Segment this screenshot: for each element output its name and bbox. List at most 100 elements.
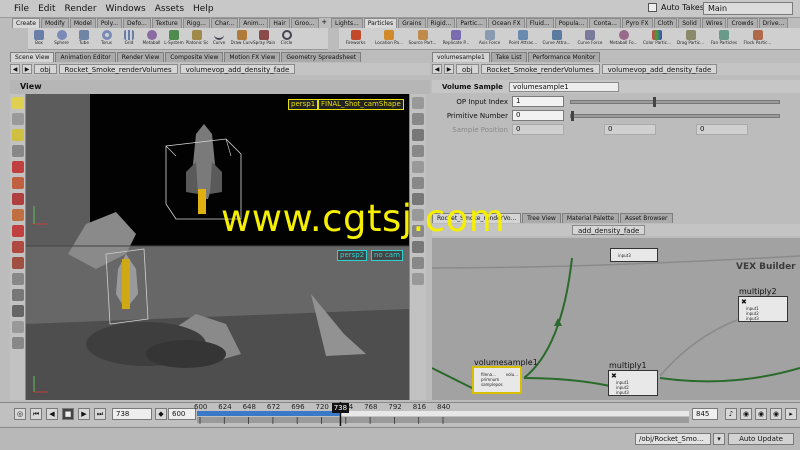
shelf-tab-particle-fluids[interactable]: Partic... (456, 18, 487, 28)
menu-help[interactable]: Help (193, 4, 214, 14)
shelf-tab-hair[interactable]: Hair (269, 18, 290, 28)
tool-platonic[interactable]: Platonic Sol... (186, 28, 208, 49)
auto-takes-checkbox[interactable] (648, 3, 657, 12)
tool-color-particles[interactable]: Color Partic... (641, 28, 674, 49)
keyframe-options-icon[interactable]: ◉ (740, 408, 752, 420)
node-output[interactable]: volu... (506, 372, 518, 377)
audio-icon[interactable]: ♪ (725, 408, 737, 420)
shelf-tab-animation[interactable]: Anim... (239, 18, 269, 28)
light-icon[interactable] (12, 321, 24, 333)
shelf-tab-character[interactable]: Char... (210, 18, 239, 28)
tool-fan-particles[interactable]: Fan Particles (708, 28, 741, 49)
move-tool-icon[interactable] (12, 113, 24, 125)
normals-icon[interactable] (412, 177, 424, 189)
realtime-toggle-icon[interactable]: ◎ (14, 408, 26, 420)
menu-render[interactable]: Render (65, 4, 97, 14)
tab-material-palette[interactable]: Material Palette (561, 213, 619, 223)
tool-flock-particles[interactable]: Flock Partic... (741, 28, 774, 49)
shelf-tab-populate[interactable]: Popula... (554, 18, 589, 28)
status-node-path[interactable]: /obj/Rocket_Smo... (635, 433, 711, 445)
shelf-tab-create[interactable]: Create (12, 18, 40, 28)
tool-lsystem[interactable]: L-System (163, 28, 185, 49)
menu-windows[interactable]: Windows (106, 4, 146, 14)
shelf-add-tab-icon[interactable]: + (320, 18, 329, 28)
tool-box[interactable]: Box (28, 28, 50, 49)
tool-metaball-force[interactable]: Metaball Fo... (607, 28, 640, 49)
shelf-tab-ocean-fx[interactable]: Ocean FX (487, 18, 525, 28)
tab-take-list[interactable]: Take List (490, 52, 527, 62)
menu-edit[interactable]: Edit (38, 4, 55, 14)
jump-start-icon[interactable]: ⏮ (30, 408, 42, 420)
key-icon[interactable]: ◆ (155, 408, 167, 420)
render-region-icon[interactable] (12, 241, 24, 253)
shelf-tab-rigging[interactable]: Rigg... (182, 18, 210, 28)
view-tool-icon[interactable] (12, 209, 24, 221)
node-name-field[interactable]: volumesample1 (508, 81, 619, 92)
upstream-node[interactable]: input3 (610, 248, 658, 262)
current-frame-field[interactable]: 738 (112, 408, 152, 420)
paint-icon[interactable] (12, 257, 24, 269)
tool-tube[interactable]: Tube (73, 28, 95, 49)
playback-options-icon[interactable]: ◉ (755, 408, 767, 420)
tab-render-view[interactable]: Render View (116, 52, 165, 62)
tool-grid[interactable]: Grid (118, 28, 140, 49)
layer-icon[interactable] (412, 273, 424, 285)
jump-end-icon[interactable]: ⏭ (94, 408, 106, 420)
tab-performance-monitor[interactable]: Performance Monitor (527, 52, 601, 62)
menu-assets[interactable]: Assets (155, 4, 184, 14)
snap-tool-icon[interactable] (12, 193, 24, 205)
desktop-select[interactable]: Main (703, 2, 793, 15)
tab-volumesample1[interactable]: volumesample1 (432, 52, 490, 62)
shelf-tab-modify[interactable]: Modify (40, 18, 69, 28)
forward-arrow-icon[interactable]: ▶ (22, 64, 32, 74)
slider-knob[interactable] (653, 96, 657, 107)
end-frame-field[interactable]: 845 (692, 408, 718, 420)
node-port[interactable]: input3 (739, 316, 787, 321)
shelf-tab-texture[interactable]: Texture (151, 18, 182, 28)
select-tool-icon[interactable] (12, 97, 24, 109)
slider-knob[interactable] (571, 110, 574, 121)
camera-shape-menu-top[interactable]: FINAL_Shot_camShape (318, 99, 404, 110)
step-back-icon[interactable]: ◀ (46, 408, 58, 420)
safe-area-icon[interactable] (412, 241, 424, 253)
tab-scene-view[interactable]: Scene View (10, 52, 55, 62)
tool-metaball[interactable]: Metaball (141, 28, 163, 49)
path-obj[interactable]: obj (456, 64, 479, 74)
primitive-number-field[interactable]: 0 (512, 110, 564, 121)
shelf-tab-solid[interactable]: Solid (678, 18, 701, 28)
tool-curve[interactable]: Curve (208, 28, 230, 49)
tool-torus[interactable]: Torus (96, 28, 118, 49)
shelf-tab-model[interactable]: Model (69, 18, 96, 28)
shelf-tab-poly[interactable]: Poly... (96, 18, 123, 28)
tool-location-particles[interactable]: Location Pa... (373, 28, 406, 49)
tab-geometry-spreadsheet[interactable]: Geometry Spreadsheet (281, 52, 361, 62)
node-port-input3[interactable]: input3 (611, 249, 657, 258)
node-multiply1[interactable]: multiply1 ✖ input1 input2 input3 (608, 361, 658, 396)
global-anim-icon[interactable]: ◉ (770, 408, 782, 420)
tool-source-particles[interactable]: Source Part... (406, 28, 439, 49)
shelf-tab-crowds[interactable]: Crowds (727, 18, 758, 28)
handle-tool-icon[interactable] (12, 161, 24, 173)
status-menu-icon[interactable]: ▾ (713, 433, 725, 445)
shelf-tab-pyro-fx[interactable]: Pyro FX (621, 18, 653, 28)
shelf-tab-drive[interactable]: Drive... (758, 18, 789, 28)
tool-spray-paint[interactable]: Spray Paint (253, 28, 275, 49)
magnet-icon[interactable] (12, 225, 24, 237)
path-volumevop[interactable]: volumevop_add_density_fade (179, 64, 296, 74)
op-input-index-field[interactable]: 1 (512, 96, 564, 107)
forward-arrow-icon[interactable]: ▶ (444, 64, 454, 74)
pose-tool-icon[interactable] (12, 177, 24, 189)
stop-icon[interactable]: ■ (62, 408, 74, 420)
tool-axis-force[interactable]: Axis Force (473, 28, 506, 49)
shelf-tab-wires[interactable]: Wires (701, 18, 727, 28)
timeline-menu-icon[interactable]: ▸ (785, 408, 797, 420)
shelf-tab-container[interactable]: Conta... (589, 18, 621, 28)
tab-motion-fx-view[interactable]: Motion FX View (224, 52, 281, 62)
shelf-tab-cloth[interactable]: Cloth (653, 18, 678, 28)
back-arrow-icon[interactable]: ◀ (432, 64, 442, 74)
camera-shape-menu-bottom[interactable]: no cam (371, 250, 403, 261)
vis-icon[interactable] (412, 257, 424, 269)
shelf-tab-fluid[interactable]: Fluid... (525, 18, 554, 28)
shelf-tab-lights[interactable]: Lights... (331, 18, 363, 28)
tool-draw-curve[interactable]: Draw Curve (231, 28, 253, 49)
